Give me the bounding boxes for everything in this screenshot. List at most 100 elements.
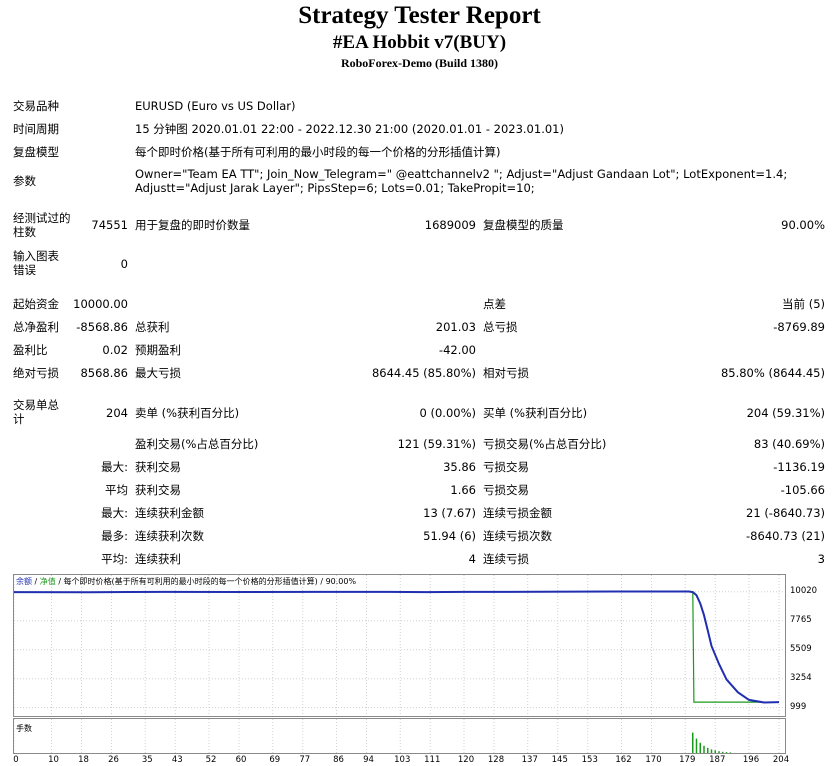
symbol-label: 交易品种 [13, 99, 59, 113]
errors-value: 0 [120, 257, 128, 271]
bars-value: 74551 [91, 218, 128, 232]
ticks-label: 用于复盘的即时价数量 [135, 218, 250, 232]
gross-profit-value: 201.03 [435, 320, 476, 334]
x-tick-label: 52 [205, 755, 217, 765]
x-tick-label: 10 [48, 755, 59, 765]
balance-chart-plot [14, 575, 785, 716]
largest-profit-value: 35.86 [443, 460, 476, 474]
x-tick-label: 153 [581, 755, 598, 765]
average-prefix: 平均 [105, 483, 128, 497]
x-tick-label: 187 [709, 755, 726, 765]
profit-trades-value: 121 (59.31%) [397, 437, 476, 451]
y-tick-label: 999 [790, 701, 807, 712]
largest-profit-label: 获利交易 [135, 460, 181, 474]
expected-payoff-label: 预期盈利 [135, 343, 181, 357]
avg-prefix: 平均: [101, 552, 128, 566]
x-tick-label: 69 [269, 755, 281, 765]
max-consec-losses-value: 21 (-8640.73) [746, 506, 825, 520]
largest-loss-value: -1136.19 [773, 460, 825, 474]
max-prefix: 最大: [101, 506, 128, 520]
spread-value: 当前 (5) [782, 297, 825, 311]
gross-profit-label: 总获利 [135, 320, 170, 334]
period-value: 15 分钟图 2020.01.01 22:00 - 2022.12.30 21:… [135, 122, 564, 136]
x-tick-label: 162 [615, 755, 632, 765]
max-consec-wins-value: 13 (7.67) [423, 506, 476, 520]
legend-balance: 余额 [16, 577, 32, 586]
y-tick-label: 5509 [790, 643, 812, 654]
deposit-value: 10000.00 [73, 297, 128, 311]
x-tick-label: 43 [171, 755, 183, 765]
maximal-prefix: 最多: [101, 529, 128, 543]
expert-name: #EA Hobbit v7(BUY) [332, 32, 507, 53]
chart-legend: 余额 / 净值 / 每个即时价格(基于所有可利用的最小时段的每一个价格的分形插值… [16, 577, 356, 587]
x-tick-label: 35 [141, 755, 153, 765]
relative-drawdown-value: 85.80% (8644.45) [720, 366, 825, 380]
x-tick-label: 196 [742, 755, 760, 765]
lots-chart: 手数 [13, 718, 786, 754]
model-label: 复盘模型 [13, 145, 59, 159]
average-profit-label: 获利交易 [135, 483, 181, 497]
y-tick-label: 10020 [790, 585, 818, 596]
maximal-drawdown-label: 最大亏损 [135, 366, 181, 380]
largest-loss-label: 亏损交易 [483, 460, 529, 474]
largest-prefix: 最大: [101, 460, 128, 474]
x-tick-label: 128 [487, 755, 505, 765]
average-profit-value: 1.66 [450, 483, 476, 497]
net-profit-label: 总净盈利 [13, 320, 59, 334]
loss-trades-label: 亏损交易(%占总百分比) [483, 437, 607, 451]
errors-label: 输入图表错误 [13, 249, 59, 277]
legend-model: 每个即时价格(基于所有可利用的最小时段的每一个价格的分形插值计算) / 90.0… [63, 577, 357, 586]
short-positions-value: 0 (0.00%) [419, 406, 476, 420]
maximal-consec-profit-label: 连续获利次数 [135, 529, 204, 543]
absolute-drawdown-value: 8568.86 [80, 366, 128, 380]
balance-chart: 余额 / 净值 / 每个即时价格(基于所有可利用的最小时段的每一个价格的分形插值… [13, 574, 786, 717]
balance-line [14, 590, 780, 704]
x-tick-label: 26 [108, 755, 119, 765]
x-tick-label: 204 [772, 755, 790, 765]
x-tick-label: 111 [424, 755, 441, 765]
total-trades-value: 204 [106, 406, 128, 420]
avg-consec-losses-label: 连续亏损 [483, 552, 529, 566]
average-loss-label: 亏损交易 [483, 483, 529, 497]
loss-trades-value: 83 (40.69%) [753, 437, 825, 451]
absolute-drawdown-label: 绝对亏损 [13, 366, 59, 380]
params-line-2: Adjustt="Adjust Jarak Layer"; PipsStep=6… [135, 181, 535, 195]
net-profit-value: -8568.86 [76, 320, 128, 334]
lots-label: 手数 [16, 724, 32, 733]
gross-loss-label: 总亏损 [483, 320, 518, 334]
profit-factor-label: 盈利比 [13, 343, 48, 357]
legend-equity: 净值 [39, 577, 56, 586]
spread-label: 点差 [483, 297, 506, 311]
maximal-drawdown-value: 8644.45 (85.80%) [371, 366, 476, 380]
expected-payoff-value: -42.00 [438, 343, 476, 357]
y-tick-label: 7765 [790, 614, 812, 625]
x-tick-label: 94 [363, 755, 374, 765]
report-title: Strategy Tester Report [298, 2, 541, 29]
equity-line [14, 590, 779, 703]
average-loss-value: -105.66 [780, 483, 825, 497]
x-tick-label: 86 [333, 755, 344, 765]
gross-loss-value: -8769.89 [773, 320, 825, 334]
profit-factor-value: 0.02 [102, 343, 128, 357]
x-tick-label: 120 [457, 755, 475, 765]
legend-separator: / [32, 577, 40, 586]
legend-separator: / [55, 577, 64, 586]
x-tick-label: 77 [299, 755, 311, 765]
quality-value: 90.00% [781, 218, 825, 232]
server-build: RoboForex-Demo (Build 1380) [340, 56, 499, 70]
deposit-label: 起始资金 [13, 297, 59, 311]
quality-label: 复盘模型的质量 [483, 218, 564, 232]
maximal-consec-loss-label: 连续亏损次数 [483, 529, 552, 543]
ticks-value: 1689009 [424, 218, 476, 232]
long-positions-label: 买单 (%获利百分比) [483, 406, 588, 420]
avg-consec-losses-value: 3 [817, 552, 825, 566]
maximal-consec-profit-value: 51.94 (6) [423, 529, 476, 543]
y-tick-label: 3254 [790, 672, 812, 683]
x-tick-label: 103 [394, 755, 411, 765]
model-value: 每个即时价格(基于所有可利用的最小时段的每一个价格的分形插值计算) [135, 145, 501, 159]
profit-trades-label: 盈利交易(%占总百分比) [135, 437, 259, 451]
avg-consec-wins-value: 4 [468, 552, 476, 566]
period-label: 时间周期 [13, 122, 59, 136]
x-tick-label: 18 [78, 755, 89, 765]
avg-consec-wins-label: 连续获利 [135, 552, 181, 566]
